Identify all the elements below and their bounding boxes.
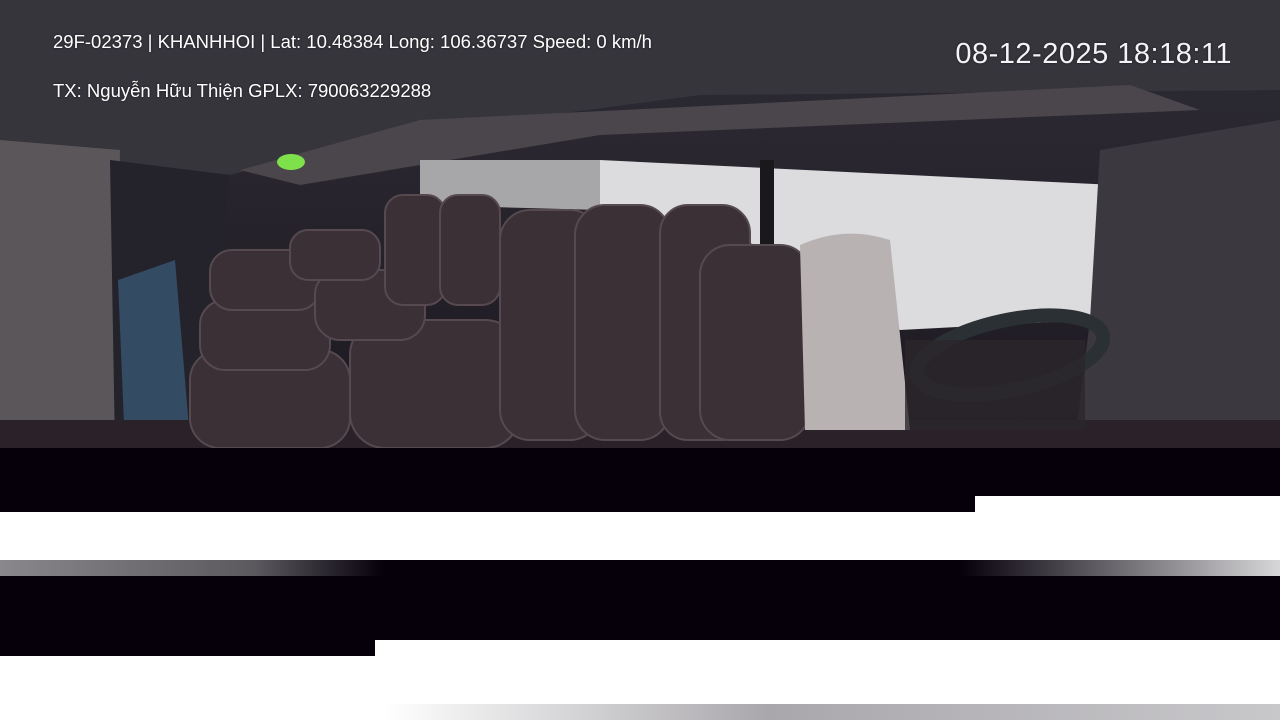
left-wall-panel (0, 140, 120, 448)
bus-interior-camera-view: 29F-02373 | KHANHHOI | Lat: 10.48384 Lon… (0, 0, 1280, 448)
driver-info-overlay: TX: Nguyễn Hữu Thiện GPLX: 790063229288 (53, 80, 432, 101)
glitch-fragment-white-2 (375, 640, 1280, 656)
dashcam-frame: 29F-02373 | KHANHHOI | Lat: 10.48384 Lon… (0, 0, 1280, 720)
glitch-fragment-white (975, 496, 1280, 512)
dashboard (905, 340, 1085, 430)
glitch-band-dark-2 (0, 576, 1280, 640)
glitch-band-gradient-2 (0, 704, 1280, 720)
right-wall-panel (1075, 120, 1280, 440)
passenger-seats (189, 194, 811, 448)
indicator-light (277, 154, 305, 170)
vehicle-info-overlay: 29F-02373 | KHANHHOI | Lat: 10.48384 Lon… (53, 31, 652, 52)
timestamp-overlay: 08-12-2025 18:18:11 (955, 38, 1232, 70)
